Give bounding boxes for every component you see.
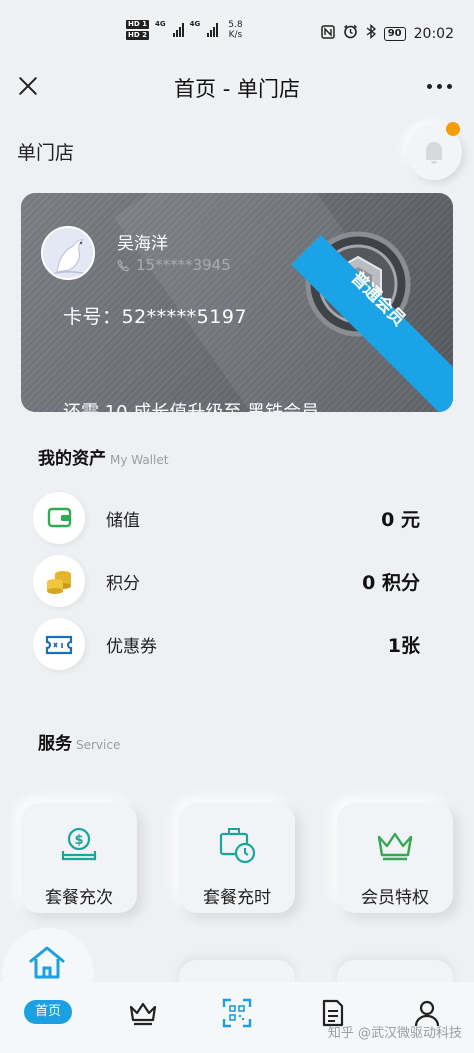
phone-icon — [117, 259, 130, 271]
wallet-section-title: 我的资产 My Wallet — [38, 444, 168, 469]
tab-membership-crown-icon[interactable] — [128, 998, 158, 1028]
alarm-icon — [343, 24, 358, 43]
notification-dot — [446, 122, 460, 136]
coins-icon — [33, 555, 85, 607]
tab-scan-qr-icon[interactable] — [222, 998, 252, 1028]
wallet-title: 我的资产 — [38, 449, 106, 469]
watermark: 知乎 @武汉微驱动科技 — [327, 1026, 462, 1041]
services-subtitle: Service — [76, 738, 121, 752]
more-options-icon[interactable] — [427, 84, 452, 89]
signal-icon — [172, 23, 184, 37]
member-name: 吴海洋 — [117, 234, 168, 254]
signal-icon — [207, 23, 219, 37]
network-speed: 5.8 K/s — [228, 20, 242, 40]
top-navbar: 首页 - 单门店 — [0, 54, 474, 118]
services-title: 服务 — [38, 734, 72, 754]
tab-home-label[interactable]: 首页 — [24, 1000, 72, 1024]
asset-value: 1张 — [387, 635, 420, 657]
asset-value: 0 积分 — [362, 572, 420, 594]
money-bag-icon: $ — [61, 827, 97, 861]
bluetooth-icon — [366, 23, 376, 43]
home-icon[interactable] — [27, 944, 67, 980]
hd1-badge: HD 1 — [126, 20, 149, 29]
asset-row-coupons[interactable]: 优惠券 1张 — [0, 618, 474, 674]
asset-label: 储值 — [106, 511, 140, 531]
nfc-icon — [320, 24, 335, 43]
bell-icon — [426, 142, 442, 164]
asset-label: 积分 — [106, 574, 140, 594]
wallet-icon — [33, 492, 85, 544]
page-title: 首页 - 单门店 — [174, 77, 300, 101]
service-label: 会员特权 — [361, 888, 429, 908]
asset-row-balance[interactable]: 储值 0 元 — [0, 492, 474, 548]
status-right: 90 20:02 — [320, 23, 454, 43]
wallet-subtitle: My Wallet — [110, 453, 169, 467]
service-member-privilege[interactable]: 会员特权 — [337, 803, 453, 913]
hd-badges: HD 1 HD 2 — [126, 20, 149, 40]
member-phone-row: 15*****3945 — [117, 256, 231, 274]
asset-row-points[interactable]: 积分 0 积分 — [0, 555, 474, 611]
network-type-2: 4G — [189, 20, 201, 28]
member-card[interactable]: 吴海洋 15*****3945 卡号：52*****5197 还需 10 成长值… — [21, 193, 453, 412]
service-package-time[interactable]: 套餐充时 — [179, 803, 295, 913]
card-number: 卡号：52*****5197 — [63, 306, 248, 328]
hd2-badge: HD 2 — [126, 31, 149, 40]
store-name: 单门店 — [17, 142, 75, 164]
network-type-1: 4G — [154, 20, 166, 28]
service-package-times[interactable]: $ 套餐充次 — [21, 803, 137, 913]
service-label: 套餐充次 — [45, 888, 113, 908]
speed-value: 5.8 — [228, 20, 243, 30]
status-bar: HD 1 HD 2 4G 4G 5.8 K/s 90 20:02 — [0, 0, 474, 54]
crown-icon — [377, 832, 413, 861]
speed-unit: K/s — [228, 30, 243, 40]
asset-value: 0 元 — [381, 509, 420, 531]
avatar[interactable] — [41, 226, 95, 280]
service-label: 套餐充时 — [203, 888, 271, 908]
member-phone: 15*****3945 — [136, 256, 231, 274]
battery-level: 90 — [383, 26, 406, 41]
svg-text:$: $ — [74, 833, 83, 848]
asset-label: 优惠券 — [106, 637, 157, 657]
status-indicators: HD 1 HD 2 4G 4G 5.8 K/s — [126, 20, 243, 40]
upgrade-hint: 还需 10 成长值升级至 黑铁会员 — [63, 398, 319, 412]
briefcase-clock-icon — [219, 828, 256, 864]
clock: 20:02 — [413, 25, 454, 42]
services-section-title: 服务 Service — [38, 729, 120, 754]
coupon-icon — [33, 618, 85, 670]
